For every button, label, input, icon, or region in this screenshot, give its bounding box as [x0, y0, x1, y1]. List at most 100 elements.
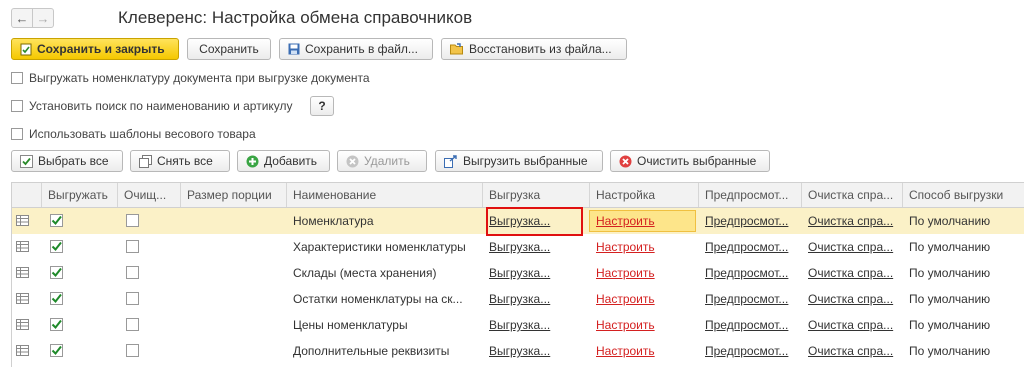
search-by-name-option[interactable]: Установить поиск по наименованию и артик…	[11, 99, 293, 113]
save-to-file-button[interactable]: Сохранить в файл...	[279, 38, 433, 60]
portion-cell[interactable]	[181, 208, 287, 234]
name-cell[interactable]: Характеристики номенклатуры	[287, 234, 483, 260]
preview-link[interactable]: Предпросмот...	[705, 292, 788, 306]
export-checkbox[interactable]	[50, 240, 63, 253]
settings-link[interactable]: Настроить	[596, 214, 655, 228]
portion-cell[interactable]	[181, 286, 287, 312]
document-save-icon	[20, 43, 32, 56]
upload-link[interactable]: Выгрузка...	[489, 240, 550, 254]
upload-link[interactable]: Выгрузка...	[489, 266, 550, 280]
title-bar: ← → Клеверенс: Настройка обмена справочн…	[0, 0, 1024, 36]
help-button[interactable]: ?	[310, 96, 334, 116]
settings-link[interactable]: Настроить	[596, 318, 655, 332]
header-cleanup[interactable]: Очистка спра...	[802, 183, 903, 207]
method-cell[interactable]: По умолчанию	[903, 338, 1024, 364]
export-selected-button[interactable]: Выгрузить выбранные	[435, 150, 603, 172]
delete-label: Удалить	[364, 154, 410, 168]
preview-link[interactable]: Предпросмот...	[705, 344, 788, 358]
select-all-button[interactable]: Выбрать все	[11, 150, 123, 172]
header-method[interactable]: Способ выгрузки	[903, 183, 1024, 207]
name-cell[interactable]: Номенклатура	[287, 208, 483, 234]
header-preview[interactable]: Предпросмот...	[699, 183, 802, 207]
upload-link[interactable]: Выгрузка...	[489, 344, 550, 358]
table-row[interactable]: Остатки номенклатуры на ск... Выгрузка...…	[12, 286, 1024, 312]
cleanup-link[interactable]: Очистка спра...	[808, 292, 893, 306]
header-settings[interactable]: Настройка	[590, 183, 699, 207]
table-row[interactable]: Склады (места хранения) Выгрузка... Настро…	[12, 260, 1024, 286]
cleanup-link[interactable]: Очистка спра...	[808, 318, 893, 332]
save-and-close-button[interactable]: Сохранить и закрыть	[11, 38, 179, 60]
export-doc-items-option[interactable]: Выгружать номенклатуру документа при выг…	[11, 71, 370, 85]
method-cell[interactable]: По умолчанию	[903, 234, 1024, 260]
deselect-all-button[interactable]: Снять все	[130, 150, 230, 172]
cleanup-link[interactable]: Очистка спра...	[808, 214, 893, 228]
preview-link[interactable]: Предпросмот...	[705, 240, 788, 254]
settings-link[interactable]: Настроить	[596, 240, 655, 254]
upload-link[interactable]: Выгрузка...	[489, 292, 550, 306]
clear-checkbox[interactable]	[126, 318, 139, 331]
export-checkbox[interactable]	[50, 266, 63, 279]
portion-cell[interactable]	[181, 234, 287, 260]
settings-link[interactable]: Настроить	[596, 292, 655, 306]
settings-link[interactable]: Настроить	[596, 344, 655, 358]
name-cell[interactable]: Остатки номенклатуры на ск...	[287, 286, 483, 312]
name-cell[interactable]: Цены номенклатуры	[287, 312, 483, 338]
name-cell[interactable]: Дополнительные реквизиты	[287, 338, 483, 364]
portion-cell[interactable]	[181, 312, 287, 338]
weight-templates-option[interactable]: Использовать шаблоны весового товара	[11, 127, 256, 141]
cleanup-link[interactable]: Очистка спра...	[808, 240, 893, 254]
clear-checkbox[interactable]	[126, 344, 139, 357]
export-doc-items-checkbox[interactable]	[11, 72, 23, 84]
header-portion[interactable]: Размер порции	[181, 183, 287, 207]
save-button[interactable]: Сохранить	[187, 38, 271, 60]
table-row-icon	[16, 267, 29, 281]
header-upload[interactable]: Выгрузка	[483, 183, 590, 207]
settings-link[interactable]: Настроить	[596, 266, 655, 280]
weight-templates-checkbox[interactable]	[11, 128, 23, 140]
method-cell[interactable]: По умолчанию	[903, 312, 1024, 338]
export-checkbox[interactable]	[50, 292, 63, 305]
clear-checkbox[interactable]	[126, 292, 139, 305]
restore-from-file-button[interactable]: Восстановить из файла...	[441, 38, 627, 60]
floppy-icon	[288, 43, 300, 55]
method-cell[interactable]: По умолчанию	[903, 286, 1024, 312]
clear-checkbox[interactable]	[126, 266, 139, 279]
upload-link[interactable]: Выгрузка...	[489, 318, 550, 332]
preview-link[interactable]: Предпросмот...	[705, 214, 788, 228]
export-selected-label: Выгрузить выбранные	[463, 154, 588, 168]
forward-button[interactable]: →	[32, 8, 54, 28]
header-name[interactable]: Наименование	[287, 183, 483, 207]
search-by-name-checkbox[interactable]	[11, 100, 23, 112]
arrow-left-icon: ←	[15, 10, 29, 26]
portion-cell[interactable]	[181, 260, 287, 286]
portion-cell[interactable]	[181, 338, 287, 364]
header-icon-column	[12, 183, 42, 207]
export-checkbox[interactable]	[50, 214, 63, 227]
plus-circle-icon	[246, 155, 259, 168]
preview-link[interactable]: Предпросмот...	[705, 266, 788, 280]
export-checkbox[interactable]	[50, 318, 63, 331]
table-row-icon	[16, 241, 29, 255]
method-cell[interactable]: По умолчанию	[903, 260, 1024, 286]
add-button[interactable]: Добавить	[237, 150, 330, 172]
restore-from-file-label: Восстановить из файла...	[469, 42, 612, 56]
header-clear[interactable]: Очищ...	[118, 183, 181, 207]
table-row[interactable]: Дополнительные реквизиты Выгрузка... Настр…	[12, 338, 1024, 364]
delete-circle-icon	[346, 155, 359, 168]
back-button[interactable]: ←	[11, 8, 33, 28]
weight-templates-label: Использовать шаблоны весового товара	[29, 127, 256, 141]
table-row[interactable]: Цены номенклатуры Выгрузка... Настроить Пре…	[12, 312, 1024, 338]
preview-link[interactable]: Предпросмот...	[705, 318, 788, 332]
table-row[interactable]: Характеристики номенклатуры Выгрузка... На…	[12, 234, 1024, 260]
header-export[interactable]: Выгружать	[42, 183, 118, 207]
delete-button[interactable]: Удалить	[337, 150, 427, 172]
export-checkbox[interactable]	[50, 344, 63, 357]
clear-checkbox[interactable]	[126, 214, 139, 227]
clear-checkbox[interactable]	[126, 240, 139, 253]
clear-selected-button[interactable]: Очистить выбранные	[610, 150, 770, 172]
table-row-icon	[16, 345, 29, 359]
method-cell[interactable]: По умолчанию	[903, 208, 1024, 234]
name-cell[interactable]: Склады (места хранения)	[287, 260, 483, 286]
cleanup-link[interactable]: Очистка спра...	[808, 344, 893, 358]
cleanup-link[interactable]: Очистка спра...	[808, 266, 893, 280]
